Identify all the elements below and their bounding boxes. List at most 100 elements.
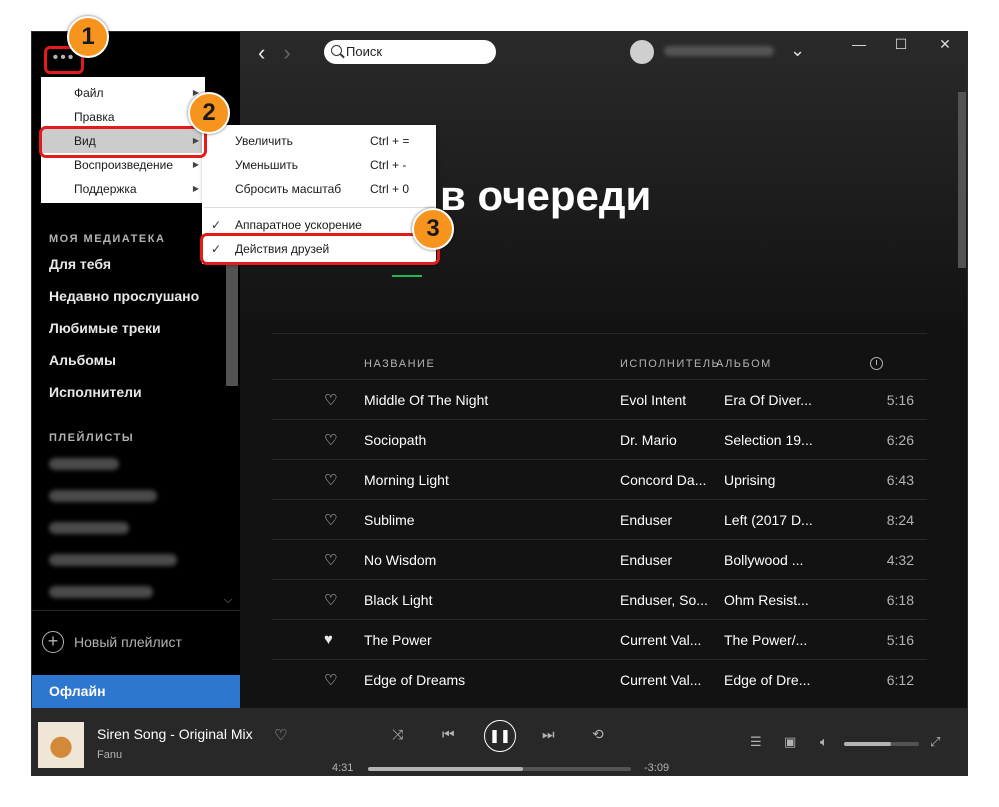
- track-title[interactable]: Sociopath: [364, 432, 604, 448]
- playlist-item[interactable]: [49, 586, 153, 598]
- table-row[interactable]: ♥ The Power Current Val... The Power/... 5:1…: [272, 619, 927, 660]
- track-album[interactable]: Bollywood ...: [724, 552, 824, 568]
- now-playing-title[interactable]: Siren Song - Original Mix: [97, 726, 253, 742]
- chevron-down-icon[interactable]: ⌄: [790, 40, 805, 61]
- clock-icon[interactable]: [870, 357, 883, 370]
- shuffle-icon[interactable]: ⤨: [392, 726, 403, 743]
- menu-item-support[interactable]: Поддержка ▶: [41, 177, 205, 201]
- heart-icon[interactable]: ♥: [324, 631, 333, 648]
- table-row[interactable]: ♡ Sociopath Dr. Mario Selection 19... 6:26: [272, 419, 927, 460]
- sidebar-item-albums[interactable]: Альбомы: [49, 352, 116, 368]
- sidebar-item-artists[interactable]: Исполнители: [49, 384, 142, 400]
- track-duration: 6:12: [886, 672, 914, 688]
- track-artist[interactable]: Current Val...: [620, 632, 712, 648]
- track-artist[interactable]: Dr. Mario: [620, 432, 712, 448]
- col-album-header[interactable]: АЛЬБОМ: [716, 358, 772, 370]
- now-playing-artist[interactable]: Fanu: [97, 749, 122, 761]
- library-label: МОЯ МЕДИАТЕКА: [49, 233, 166, 245]
- search-placeholder: Поиск: [346, 44, 383, 59]
- main-scrollbar[interactable]: [958, 92, 966, 268]
- playlist-item[interactable]: [49, 490, 157, 502]
- progress-fill: [368, 767, 524, 771]
- playlist-item[interactable]: [49, 554, 177, 566]
- track-artist[interactable]: Concord Da...: [620, 472, 712, 488]
- menu-item-zoom-out[interactable]: Уменьшить Ctrl + -: [202, 153, 436, 177]
- track-artist[interactable]: Evol Intent: [620, 392, 712, 408]
- highlight-friend-activity: [200, 233, 440, 265]
- table-row[interactable]: ♡ No Wisdom Enduser Bollywood ... 4:32: [272, 539, 927, 580]
- volume-slider[interactable]: [844, 742, 919, 746]
- sidebar-item-liked-songs[interactable]: Любимые треки: [49, 320, 161, 336]
- sidebar-item-recent[interactable]: Недавно прослушано: [49, 288, 199, 304]
- new-playlist-button[interactable]: + Новый плейлист: [42, 631, 182, 653]
- heart-icon[interactable]: ♡: [324, 511, 337, 529]
- menu-item-file[interactable]: Файл ▶: [41, 81, 205, 105]
- scroll-down-icon[interactable]: ⌵: [224, 594, 232, 607]
- track-title[interactable]: Morning Light: [364, 472, 604, 488]
- elapsed-time: 4:31: [332, 762, 354, 774]
- playlist-item[interactable]: [49, 458, 119, 470]
- table-row[interactable]: ♡ Edge of Dreams Current Val... Edge of Dre…: [272, 659, 927, 700]
- menu-item-zoom-in[interactable]: Увеличить Ctrl + =: [202, 129, 436, 153]
- table-row[interactable]: ♡ Black Light Enduser, So... Ohm Resist... 6…: [272, 579, 927, 620]
- menu-item-label: Поддержка: [74, 182, 137, 196]
- previous-icon[interactable]: ⏮: [442, 726, 455, 743]
- track-duration: 6:26: [886, 432, 914, 448]
- track-title[interactable]: Black Light: [364, 592, 604, 608]
- track-album[interactable]: Era Of Diver...: [724, 392, 824, 408]
- user-name[interactable]: [664, 46, 774, 56]
- track-album[interactable]: Left (2017 D...: [724, 512, 824, 528]
- heart-icon[interactable]: ♡: [324, 671, 337, 689]
- heart-icon[interactable]: ♡: [324, 551, 337, 569]
- minimize-icon[interactable]: —: [838, 32, 880, 58]
- track-artist[interactable]: Enduser: [620, 552, 712, 568]
- track-artist[interactable]: Current Val...: [620, 672, 712, 688]
- forward-arrow-icon[interactable]: ›: [283, 40, 290, 65]
- playlist-item[interactable]: [49, 522, 129, 534]
- search-input[interactable]: Поиск: [324, 40, 496, 64]
- col-title-header[interactable]: НАЗВАНИЕ: [364, 358, 435, 370]
- track-artist[interactable]: Enduser, So...: [620, 592, 712, 608]
- callout-badge-2: 2: [188, 92, 230, 134]
- track-duration: 5:16: [886, 632, 914, 648]
- track-title[interactable]: No Wisdom: [364, 552, 604, 568]
- track-title[interactable]: Edge of Dreams: [364, 672, 604, 688]
- tab-underline: [392, 275, 422, 277]
- track-duration: 6:18: [886, 592, 914, 608]
- track-album[interactable]: The Power/...: [724, 632, 824, 648]
- heart-icon[interactable]: ♡: [274, 726, 287, 744]
- sidebar-item-for-you[interactable]: Для тебя: [49, 256, 111, 272]
- close-icon[interactable]: ✕: [924, 32, 966, 58]
- album-cover[interactable]: [38, 722, 84, 768]
- heart-icon[interactable]: ♡: [324, 431, 337, 449]
- sidebar-item-offline[interactable]: Офлайн: [32, 675, 240, 708]
- track-artist[interactable]: Enduser: [620, 512, 712, 528]
- volume-icon[interactable]: 🔈︎: [820, 734, 828, 750]
- track-title[interactable]: Middle Of The Night: [364, 392, 604, 408]
- devices-icon[interactable]: ▣: [784, 734, 796, 750]
- track-title[interactable]: The Power: [364, 632, 604, 648]
- back-arrow-icon[interactable]: ‹: [258, 40, 265, 65]
- maximize-icon[interactable]: ☐: [880, 32, 922, 58]
- queue-icon[interactable]: ☰: [750, 734, 762, 750]
- repeat-icon[interactable]: ⟲: [592, 726, 604, 743]
- col-artist-header[interactable]: ИСПОЛНИТЕЛЬ: [620, 358, 720, 370]
- heart-icon[interactable]: ♡: [324, 591, 337, 609]
- next-icon[interactable]: ⏭: [542, 726, 555, 743]
- avatar[interactable]: [630, 40, 654, 64]
- progress-bar[interactable]: [368, 767, 631, 771]
- track-title[interactable]: Sublime: [364, 512, 604, 528]
- table-row[interactable]: ♡ Middle Of The Night Evol Intent Era Of Di…: [272, 379, 927, 420]
- fullscreen-icon[interactable]: ⤢: [930, 734, 940, 750]
- menu-item-reset-zoom[interactable]: Сбросить масштаб Ctrl + 0: [202, 177, 436, 201]
- table-row[interactable]: ♡ Morning Light Concord Da... Uprising 6:43: [272, 459, 927, 500]
- pause-button[interactable]: ❚❚: [484, 720, 516, 752]
- track-album[interactable]: Ohm Resist...: [724, 592, 824, 608]
- heart-icon[interactable]: ♡: [324, 391, 337, 409]
- track-album[interactable]: Selection 19...: [724, 432, 824, 448]
- heart-icon[interactable]: ♡: [324, 471, 337, 489]
- table-row[interactable]: ♡ Sublime Enduser Left (2017 D... 8:24: [272, 499, 927, 540]
- new-playlist-label: Новый плейлист: [74, 634, 182, 650]
- track-album[interactable]: Uprising: [724, 472, 824, 488]
- track-album[interactable]: Edge of Dre...: [724, 672, 824, 688]
